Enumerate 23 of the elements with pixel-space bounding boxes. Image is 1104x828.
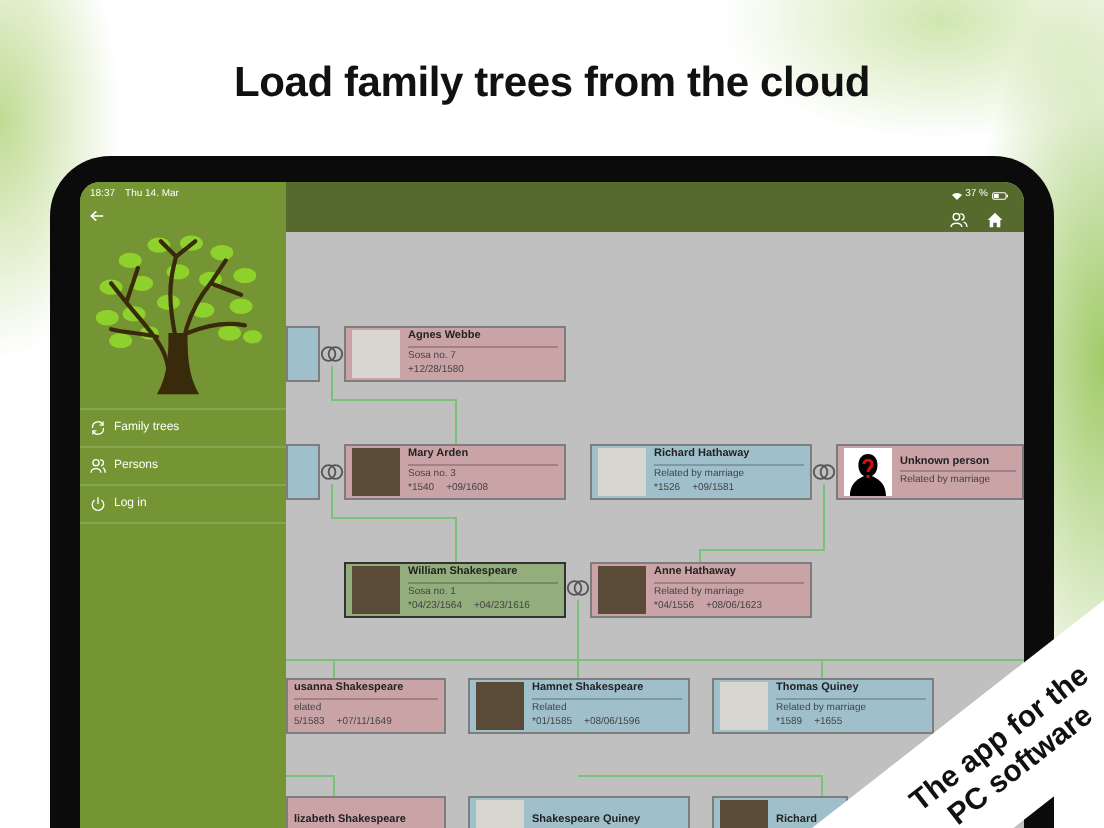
power-icon [90,496,106,512]
back-arrow-icon[interactable] [90,210,104,222]
wedding-rings-icon [320,346,344,362]
unknown-person-icon [844,448,892,496]
document-image-placeholder [352,330,400,378]
battery-icon [992,191,1008,199]
portrait-photo-placeholder [352,448,400,496]
persons-icon [90,458,106,474]
document-image-placeholder [720,682,768,730]
portrait-photo-placeholder [598,566,646,614]
sync-icon [90,420,106,436]
portrait-photo-placeholder [476,682,524,730]
home-icon[interactable] [986,212,1004,228]
persons-icon[interactable] [950,212,968,228]
wedding-rings-icon [566,580,590,596]
portrait-photo-placeholder [352,566,400,614]
wedding-rings-icon [320,464,344,480]
headline: Load family trees from the cloud [234,58,870,110]
person-card[interactable] [286,326,320,382]
wifi-icon [951,191,962,199]
wedding-rings-icon [812,464,836,480]
person-card[interactable] [286,444,320,500]
document-image-placeholder [598,448,646,496]
